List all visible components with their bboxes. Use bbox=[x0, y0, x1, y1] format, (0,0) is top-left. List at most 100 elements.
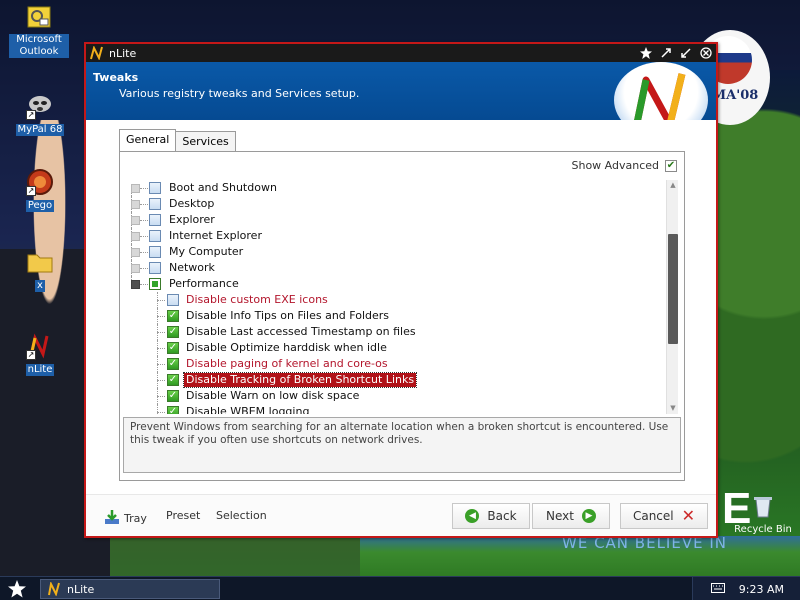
tree-item-boot-and-shutdown[interactable]: Boot and Shutdown bbox=[123, 180, 671, 196]
expand-icon[interactable] bbox=[131, 264, 140, 273]
expand-icon[interactable] bbox=[131, 184, 140, 193]
desktop-icon-label: Microsoft Outlook bbox=[9, 34, 69, 58]
selection-button[interactable]: Selection bbox=[216, 509, 267, 522]
nlite-icon: ↗ bbox=[26, 332, 54, 360]
expand-icon[interactable] bbox=[131, 232, 140, 241]
system-tray: 9:23 AM bbox=[692, 577, 800, 600]
tree-item-label: My Computer bbox=[169, 245, 244, 258]
checkbox[interactable]: ✓ bbox=[167, 358, 179, 370]
clock[interactable]: 9:23 AM bbox=[739, 583, 784, 596]
maximize-icon[interactable] bbox=[678, 45, 694, 61]
taskbar: nLite 9:23 AM bbox=[0, 576, 800, 600]
tree-item-disable-custom-exe-icons[interactable]: Disable custom EXE icons bbox=[123, 292, 671, 308]
checkbox[interactable]: ✓ bbox=[167, 310, 179, 322]
desktop-icon-recycle-bin[interactable]: Recycle Bin bbox=[730, 492, 796, 536]
checkbox[interactable] bbox=[149, 262, 161, 274]
taskbar-item-nlite[interactable]: nLite bbox=[40, 579, 220, 599]
tree-line bbox=[140, 220, 148, 221]
tree-line bbox=[157, 332, 165, 333]
tree-item-label: Internet Explorer bbox=[169, 229, 262, 242]
checkbox[interactable]: ✓ bbox=[167, 390, 179, 402]
scrollbar-thumb[interactable] bbox=[668, 234, 678, 344]
title-bar[interactable]: nLite bbox=[86, 44, 716, 62]
tree-item-disable-warn-low-disk[interactable]: ✓ Disable Warn on low disk space bbox=[123, 388, 671, 404]
tree-item-disable-wbem-logging[interactable]: ✓ Disable WBEM logging bbox=[123, 404, 671, 414]
desktop-icon-label: x bbox=[35, 280, 45, 292]
tree-item-label: Disable Warn on low disk space bbox=[186, 389, 360, 402]
tree-item-label: Disable Tracking of Broken Shortcut Link… bbox=[182, 372, 418, 388]
tree-item-disable-paging-of-kernel[interactable]: ✓ Disable paging of kernel and core-os bbox=[123, 356, 671, 372]
mypal-icon: ↗ bbox=[26, 92, 54, 120]
expand-icon[interactable] bbox=[131, 248, 140, 257]
collapse-icon[interactable] bbox=[131, 280, 140, 289]
tweaks-tree: Boot and Shutdown Desktop Explorer Inter… bbox=[123, 180, 671, 414]
tree-item-disable-tracking-broken-shortcuts[interactable]: ✓ Disable Tracking of Broken Shortcut Li… bbox=[123, 372, 671, 388]
tree-item-performance[interactable]: Performance bbox=[123, 276, 671, 292]
checkbox[interactable] bbox=[149, 230, 161, 242]
checkbox[interactable] bbox=[149, 214, 161, 226]
taskbar-item-label: nLite bbox=[67, 582, 95, 596]
checkbox[interactable]: ✓ bbox=[167, 342, 179, 354]
desktop-icon-mypal[interactable]: ↗ MyPal 68 bbox=[10, 92, 70, 136]
tree-scrollbar[interactable]: ▲ ▼ bbox=[666, 180, 678, 414]
tree-line bbox=[157, 396, 165, 397]
tree-item-disable-last-accessed-timestamp[interactable]: ✓ Disable Last accessed Timestamp on fil… bbox=[123, 324, 671, 340]
next-arrow-icon: ▶ bbox=[581, 509, 596, 523]
tray-button[interactable]: Tray bbox=[104, 509, 147, 528]
tab-services[interactable]: Services bbox=[175, 131, 236, 151]
show-advanced-toggle[interactable]: Show Advanced ✔ bbox=[571, 159, 677, 172]
recycle-bin-icon bbox=[749, 492, 777, 520]
desktop-icon-label: nLite bbox=[25, 364, 55, 376]
tree-item-disable-info-tips[interactable]: ✓ Disable Info Tips on Files and Folders bbox=[123, 308, 671, 324]
checkbox[interactable] bbox=[149, 246, 161, 258]
desktop-icon-pego[interactable]: ↗ Pego bbox=[10, 168, 70, 212]
start-button[interactable] bbox=[6, 579, 28, 599]
checkbox[interactable]: ✓ bbox=[167, 326, 179, 338]
tree-line bbox=[157, 348, 165, 349]
tree-item-disable-optimize-harddisk[interactable]: ✓ Disable Optimize harddisk when idle bbox=[123, 340, 671, 356]
desktop-icon-label: Pego bbox=[25, 200, 55, 212]
close-icon[interactable] bbox=[698, 45, 714, 61]
checkbox[interactable]: ✓ bbox=[167, 374, 179, 386]
star-icon[interactable] bbox=[638, 45, 654, 61]
preset-button[interactable]: Preset bbox=[166, 509, 200, 522]
tree-item-label: Disable WBEM logging bbox=[186, 405, 310, 414]
checkbox[interactable] bbox=[149, 182, 161, 194]
tree-line bbox=[157, 364, 165, 365]
tree-line bbox=[140, 284, 148, 285]
tree-item-label: Boot and Shutdown bbox=[169, 181, 277, 194]
minimize-icon[interactable] bbox=[658, 45, 674, 61]
wizard-footer: Tray Preset Selection ◀ Back Next ▶ Canc… bbox=[86, 494, 716, 536]
desktop-icon-label: MyPal 68 bbox=[15, 124, 65, 136]
tree-item-network[interactable]: Network bbox=[123, 260, 671, 276]
tree-line bbox=[157, 380, 165, 381]
tree-item-internet-explorer[interactable]: Internet Explorer bbox=[123, 228, 671, 244]
scroll-up-arrow-icon[interactable]: ▲ bbox=[667, 180, 679, 191]
checkbox[interactable] bbox=[167, 294, 179, 306]
desktop-icon-folder[interactable]: x bbox=[10, 248, 70, 292]
tree-item-label: Explorer bbox=[169, 213, 215, 226]
expand-icon[interactable] bbox=[131, 200, 140, 209]
desktop-icon-nlite[interactable]: ↗ nLite bbox=[10, 332, 70, 376]
tree-item-my-computer[interactable]: My Computer bbox=[123, 244, 671, 260]
tree-item-label: Desktop bbox=[169, 197, 215, 210]
tab-bar: General Services bbox=[119, 129, 236, 151]
scroll-down-arrow-icon[interactable]: ▼ bbox=[667, 403, 679, 414]
keyboard-icon[interactable] bbox=[710, 582, 725, 596]
checkbox[interactable] bbox=[149, 198, 161, 210]
tree-item-explorer[interactable]: Explorer bbox=[123, 212, 671, 228]
checkbox[interactable]: ✓ bbox=[167, 406, 179, 414]
expand-icon[interactable] bbox=[131, 216, 140, 225]
next-label: Next bbox=[546, 509, 574, 523]
desktop-icon-outlook[interactable]: Microsoft Outlook bbox=[9, 4, 69, 58]
page-subtitle: Various registry tweaks and Services set… bbox=[119, 87, 360, 100]
tree-item-desktop[interactable]: Desktop bbox=[123, 196, 671, 212]
back-button[interactable]: ◀ Back bbox=[452, 503, 530, 529]
show-advanced-checkbox[interactable]: ✔ bbox=[665, 159, 677, 172]
next-button[interactable]: Next ▶ bbox=[532, 503, 610, 529]
tray-download-icon bbox=[104, 509, 120, 528]
tab-general[interactable]: General bbox=[119, 129, 177, 151]
cancel-button[interactable]: Cancel ✕ bbox=[620, 503, 708, 529]
tree-line bbox=[157, 316, 165, 317]
checkbox[interactable] bbox=[149, 278, 161, 290]
